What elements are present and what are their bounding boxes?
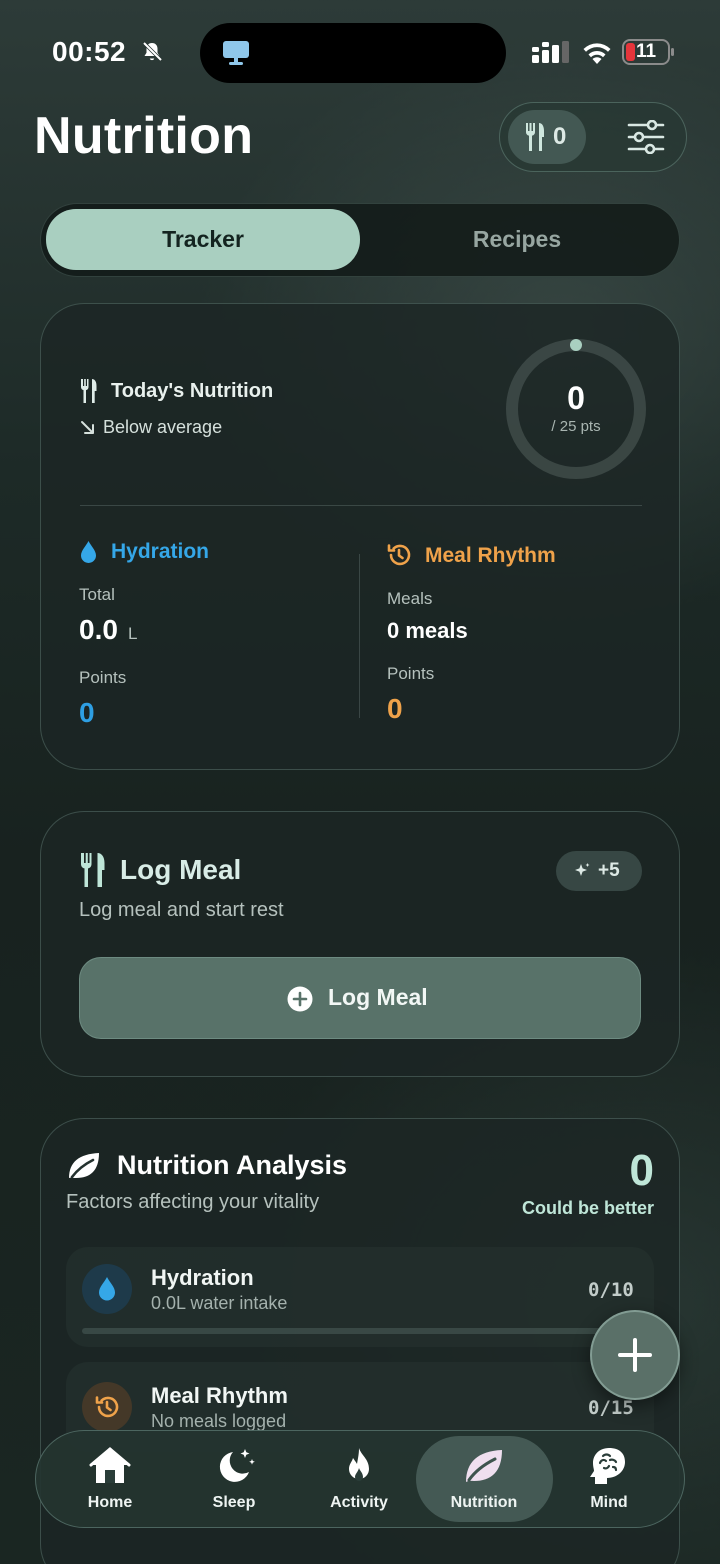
fork-knife-icon	[81, 379, 97, 403]
home-icon[interactable]	[88, 1446, 132, 1486]
tab-activity[interactable]: Activity	[299, 1494, 419, 1512]
hydration-total-value: 0.0	[79, 614, 118, 645]
divider	[80, 505, 642, 506]
meals-label: Meals	[387, 589, 433, 608]
today-nutrition-title: Today's Nutrition	[111, 380, 274, 402]
hydration-points-label: Points	[79, 668, 127, 687]
tab-nutrition[interactable]: Nutrition	[424, 1494, 544, 1512]
meal-count: 0	[553, 123, 567, 150]
tab-recipes[interactable]: Recipes	[360, 209, 674, 270]
points-max: / 25 pts	[551, 418, 601, 435]
clock-history-icon	[95, 1396, 119, 1418]
hydration-total-unit: L	[128, 624, 138, 643]
sliders-icon[interactable]	[626, 120, 666, 154]
tab-mind[interactable]: Mind	[549, 1494, 669, 1512]
bonus-points-value: +5	[598, 860, 620, 881]
row-score: 0/10	[588, 1279, 634, 1301]
meal-rhythm-points-label: Points	[387, 664, 435, 683]
hydration-progress-bar	[82, 1328, 622, 1334]
fork-knife-icon	[526, 123, 544, 151]
moon-icon[interactable]	[213, 1446, 257, 1486]
bell-muted-icon	[142, 41, 163, 62]
tab-sleep[interactable]: Sleep	[174, 1494, 294, 1512]
row-subtitle: No meals logged	[151, 1411, 287, 1431]
row-subtitle: 0.0L water intake	[151, 1293, 288, 1313]
row-score: 0/15	[588, 1397, 634, 1419]
cellular-signal-icon	[532, 41, 569, 63]
battery-indicator: 11	[622, 38, 676, 66]
meal-rhythm-points-value: 0	[387, 693, 403, 724]
analysis-score: 0	[629, 1146, 654, 1195]
page-title: Nutrition	[34, 107, 254, 165]
leaf-icon	[69, 1153, 99, 1179]
log-meal-title: Log Meal	[120, 854, 242, 885]
plus-circle-icon	[287, 986, 313, 1012]
water-drop-icon	[99, 1277, 115, 1301]
tab-tracker[interactable]: Tracker	[46, 209, 360, 270]
water-drop-icon	[81, 541, 96, 563]
hydration-total-label: Total	[79, 585, 115, 604]
analysis-subtitle: Factors affecting your vitality	[66, 1191, 320, 1213]
meals-value: 0 meals	[387, 618, 468, 643]
log-meal-subtitle: Log meal and start rest	[79, 899, 284, 921]
meal-rhythm-title: Meal Rhythm	[425, 544, 556, 567]
plus-icon	[618, 1338, 652, 1372]
wifi-icon	[583, 43, 611, 64]
meal-count-button[interactable]	[508, 110, 586, 164]
fork-knife-icon	[81, 853, 105, 887]
row-title: Meal Rhythm	[151, 1383, 288, 1408]
analysis-score-label: Could be better	[521, 1198, 654, 1218]
log-meal-button-label: Log Meal	[328, 984, 428, 1010]
arrow-down-right-icon	[81, 421, 94, 434]
hydration-title: Hydration	[111, 540, 210, 563]
brain-icon[interactable]	[587, 1446, 631, 1486]
battery-level: 11	[635, 41, 657, 62]
status-time: 00:52	[52, 36, 127, 67]
sparkle-icon	[575, 863, 590, 876]
trend-label: Below average	[103, 417, 223, 437]
row-title: Hydration	[151, 1265, 254, 1290]
clock-history-icon	[387, 544, 411, 566]
flame-icon[interactable]	[337, 1446, 381, 1486]
leaf-icon[interactable]	[462, 1446, 506, 1486]
tab-home[interactable]: Home	[50, 1494, 170, 1512]
hydration-points-value: 0	[79, 697, 95, 728]
analysis-title: Nutrition Analysis	[117, 1150, 348, 1180]
divider	[359, 554, 360, 718]
monitor-icon	[223, 41, 249, 65]
points-value: 0	[567, 380, 585, 416]
